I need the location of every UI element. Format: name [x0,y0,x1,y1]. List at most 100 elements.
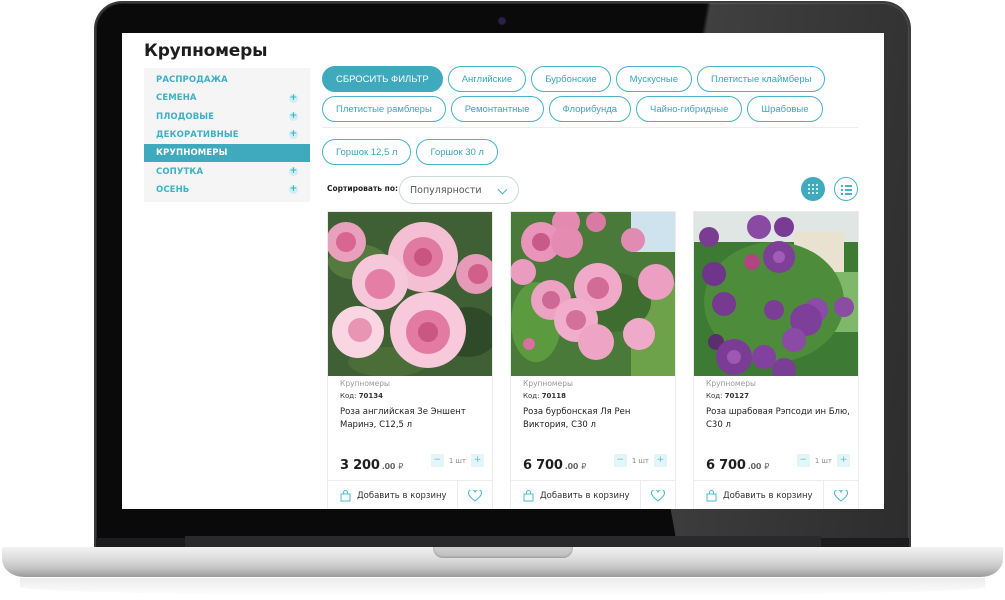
sidebar-item-label: ОСЕНЬ [156,184,190,195]
size-chip[interactable]: Горшок 12,5 л [322,139,412,165]
grid-dot [815,187,819,191]
product-name-link[interactable]: Роза бурбонская Ля Рен Виктория, С30 л [523,406,668,432]
price-cents: .00 [381,462,396,471]
list-line [841,193,852,195]
list-view-button[interactable] [834,177,858,201]
product-image[interactable] [328,212,492,376]
shopping-bag-icon [340,490,351,502]
quantity-value: 1 шт [448,456,466,465]
add-to-cart-button[interactable]: Добавить в корзину [328,481,458,509]
quantity-stepper: − 1 шт + [796,454,850,467]
product-name-link[interactable]: Роза английская Зе Эншент Маринэ, С12,5 … [340,406,485,432]
product-code: Код: 70134 [340,392,383,400]
filter-chip[interactable]: Чайно-гибридные [636,96,743,122]
filter-chip[interactable]: Плетистые рамблеры [322,96,446,122]
currency-symbol: ₽ [764,462,770,471]
sidebar-item-label: ПЛОДОВЫЕ [156,111,215,122]
plus-icon[interactable]: + [289,93,298,103]
card-footer: Добавить в корзину [511,480,675,509]
decrease-qty-button[interactable]: − [796,454,810,467]
grid-dot [811,183,815,187]
code-value: 70118 [541,392,567,400]
product-card[interactable]: Крупномеры Код: 70118 Роза бурбонская Ля… [510,211,676,509]
add-to-cart-label: Добавить в корзину [357,491,447,501]
plus-icon[interactable]: + [289,166,298,176]
filter-chip[interactable]: Бурбонские [531,66,611,92]
sidebar-item-label: ДЕКОРАТИВНЫЕ [156,130,239,141]
sort-dropdown[interactable]: Популярности [399,176,519,204]
sidebar-item-seeds[interactable]: СЕМЕНА + [144,89,310,107]
sort-selected-value: Популярности [410,184,482,196]
currency-symbol: ₽ [581,462,587,471]
sidebar-item-large-plants[interactable]: КРУПНОМЕРЫ [144,144,310,163]
list-view-icon [841,185,852,187]
shopping-bag-icon [706,490,717,502]
plus-icon[interactable]: + [289,130,298,140]
browser-viewport: Крупномеры РАСПРОДАЖА СЕМЕНА + ПЛОДОВЫЕ … [122,33,884,509]
decrease-qty-button[interactable]: − [430,454,444,467]
filter-chips: СБРОСИТЬ ФИЛЬТР Английские Бурбонские Му… [322,66,862,126]
sidebar-item-label: СОПУТКА [156,166,204,177]
product-category: Крупномеры [523,379,573,388]
sidebar-item-autumn[interactable]: ОСЕНЬ + [144,181,310,199]
plus-icon[interactable]: + [289,112,298,122]
sidebar-item-label: СЕМЕНА [156,93,197,104]
product-card[interactable]: Крупномеры Код: 70134 Роза английская Зе… [327,211,493,509]
filter-divider [322,127,858,128]
product-name-link[interactable]: Роза шрабовая Рэпсоди ин Блю, С30 л [706,406,851,432]
product-image[interactable] [694,212,858,376]
product-price: 6 700.00 ₽ [523,458,586,473]
sidebar-item-label: РАСПРОДАЖА [156,75,228,86]
product-card[interactable]: Крупномеры Код: 70127 Роза шрабовая Рэпс… [693,211,859,509]
sidebar-item-label: КРУПНОМЕРЫ [156,148,228,159]
grid-view-icon [807,183,811,187]
quantity-stepper: − 1 шт + [430,454,484,467]
laptop-reflection [20,578,985,596]
filter-chip[interactable]: Шрабовые [747,96,823,122]
increase-qty-button[interactable]: + [837,454,850,467]
add-to-cart-label: Добавить в корзину [540,491,630,501]
grid-dot [811,191,815,195]
increase-qty-button[interactable]: + [471,454,484,467]
decrease-qty-button[interactable]: − [613,454,627,467]
filter-chip[interactable]: Английские [447,66,527,92]
favorite-button[interactable] [641,481,675,509]
webcam-icon [499,18,505,24]
code-label: Код: [706,392,723,400]
reset-filter-button[interactable]: СБРОСИТЬ ФИЛЬТР [322,66,443,92]
price-cents: .00 [747,462,762,471]
code-value: 70127 [724,392,750,400]
size-chip[interactable]: Горшок 30 л [416,139,498,165]
shopping-bag-icon [523,490,534,502]
heart-icon [651,490,665,502]
add-to-cart-button[interactable]: Добавить в корзину [694,481,824,509]
increase-qty-button[interactable]: + [654,454,667,467]
price-main: 3 200 [340,458,380,473]
sort-label: Сортировать по: [327,184,398,193]
heart-icon [468,490,482,502]
size-filter-chips: Горшок 12,5 л Горшок 30 л [322,139,498,165]
quantity-value: 1 шт [814,456,832,465]
price-main: 6 700 [706,458,746,473]
filter-chip[interactable]: Флорибунда [548,96,632,122]
plus-icon[interactable]: + [289,185,298,195]
sidebar-item-fruit[interactable]: ПЛОДОВЫЕ + [144,108,310,126]
purple-shrub-roses-image [694,212,858,376]
code-label: Код: [340,392,357,400]
product-image[interactable] [511,212,675,376]
product-grid: Крупномеры Код: 70134 Роза английская Зе… [327,211,859,509]
sidebar-item-accessories[interactable]: СОПУТКА + [144,162,310,180]
favorite-button[interactable] [824,481,858,509]
grid-view-button[interactable] [801,177,825,201]
sidebar-item-sale[interactable]: РАСПРОДАЖА [144,71,310,89]
code-label: Код: [523,392,540,400]
sidebar-item-decorative[interactable]: ДЕКОРАТИВНЫЕ + [144,126,310,144]
favorite-button[interactable] [458,481,492,509]
grid-dot [815,191,819,195]
product-category: Крупномеры [706,379,756,388]
chevron-down-icon [497,184,508,195]
filter-chip[interactable]: Плетистые клаймберы [697,66,826,92]
add-to-cart-button[interactable]: Добавить в корзину [511,481,641,509]
filter-chip[interactable]: Ремонтантные [450,96,544,122]
filter-chip[interactable]: Мускусные [615,66,693,92]
